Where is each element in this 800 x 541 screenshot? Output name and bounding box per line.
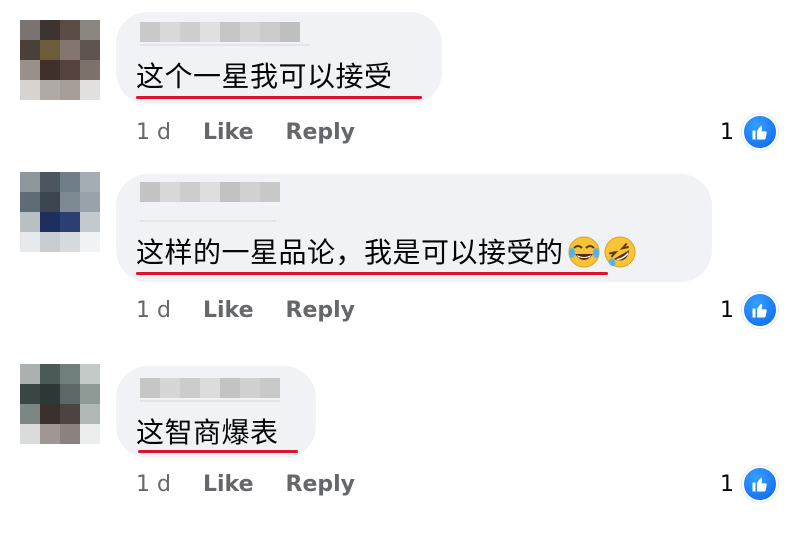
comment-thread: 这个一星我可以接受 1 d Like Reply 1 这样的一星品论，我是可以接… [0,0,800,541]
timestamp[interactable]: 1 d [136,120,171,145]
like-button[interactable]: Like [203,120,254,145]
timestamp[interactable]: 1 d [136,298,171,323]
rolling-laughing-emoji [604,236,636,268]
author-name-blurred[interactable] [140,378,280,398]
highlight-underline [136,96,422,99]
comment-bubble: 这样的一星品论，我是可以接受的 [116,174,712,282]
author-name-blurred[interactable] [140,182,280,202]
avatar[interactable] [20,364,100,444]
comment-text-body: 这样的一星品论，我是可以接受的 [136,236,564,269]
author-name-blurred[interactable] [140,22,300,42]
reply-button[interactable]: Reply [286,120,356,145]
comment-item: 这样的一星品论，我是可以接受的 1 d Like Reply 1 [0,170,800,350]
thumbs-up-icon [742,466,778,502]
like-button[interactable]: Like [203,298,254,323]
timestamp[interactable]: 1 d [136,472,171,497]
comment-text: 这智商爆表 [136,416,279,449]
comment-actions: 1 d Like Reply [136,472,387,497]
reaction-summary[interactable]: 1 [720,292,778,328]
highlight-underline [138,450,298,453]
highlight-underline [136,272,608,275]
name-divider [140,220,276,222]
like-button[interactable]: Like [203,472,254,497]
reply-button[interactable]: Reply [286,298,356,323]
reaction-count: 1 [720,297,734,323]
comment-bubble: 这智商爆表 [116,366,316,458]
reply-button[interactable]: Reply [286,472,356,497]
comment-item: 这智商爆表 1 d Like Reply 1 [0,350,800,541]
tears-of-joy-emoji [568,236,600,268]
name-divider [140,400,280,402]
comment-actions: 1 d Like Reply [136,120,387,145]
comment-actions: 1 d Like Reply [136,298,387,323]
comment-text: 这样的一星品论，我是可以接受的 [136,236,636,270]
avatar[interactable] [20,172,100,252]
thumbs-up-icon [742,114,778,150]
comment-bubble: 这个一星我可以接受 [116,12,442,104]
comment-item: 这个一星我可以接受 1 d Like Reply 1 [0,0,800,170]
thumbs-up-icon [742,292,778,328]
avatar[interactable] [20,20,100,100]
reaction-summary[interactable]: 1 [720,466,778,502]
name-divider [140,44,310,46]
reaction-summary[interactable]: 1 [720,114,778,150]
comment-text: 这个一星我可以接受 [136,60,393,93]
reaction-count: 1 [720,471,734,497]
reaction-count: 1 [720,119,734,145]
